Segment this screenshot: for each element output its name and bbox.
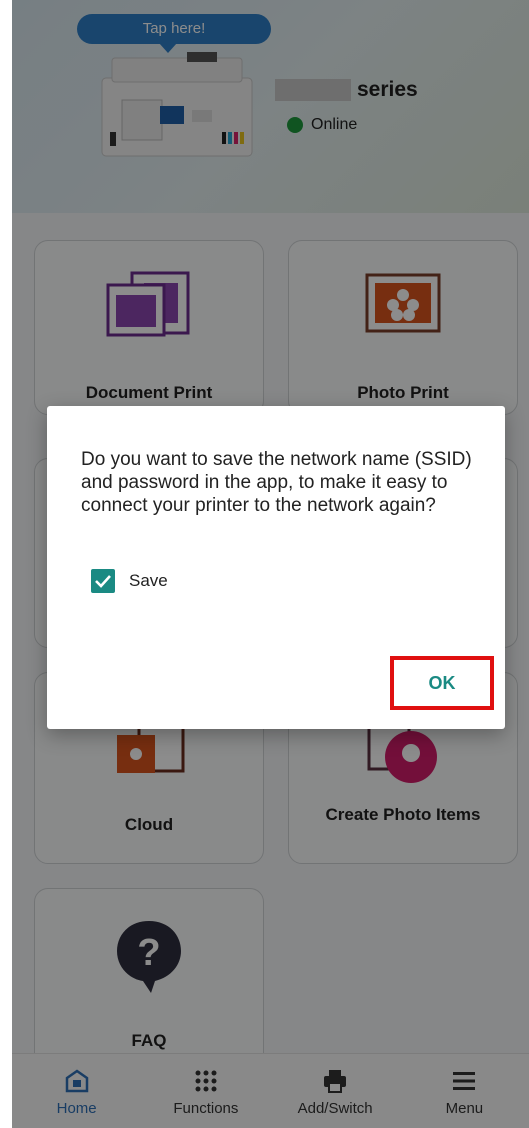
dialog-message: Do you want to save the network name (SS… — [81, 449, 472, 516]
save-checkbox-label: Save — [129, 571, 168, 590]
save-checkbox-row[interactable]: Save — [91, 569, 168, 593]
save-checkbox[interactable] — [91, 569, 115, 593]
checkmark-icon — [95, 575, 111, 588]
save-network-dialog: Do you want to save the network name (SS… — [47, 406, 505, 729]
ok-button[interactable]: OK — [390, 656, 494, 710]
app-screen: Tap here! series Online Document Print P… — [12, 0, 529, 1128]
